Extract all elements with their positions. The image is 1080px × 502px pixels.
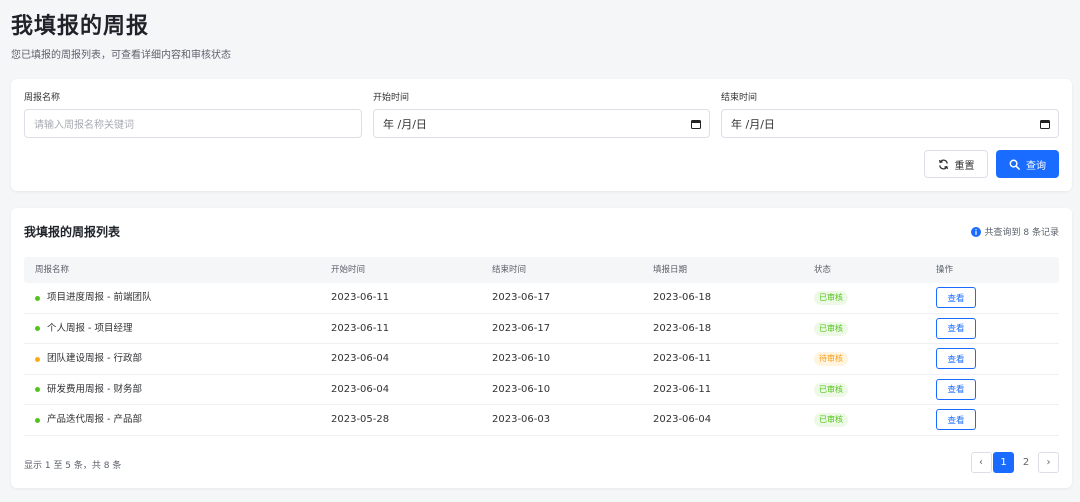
page-title: 我填报的周报	[11, 14, 150, 39]
status-dot	[35, 356, 40, 362]
filed-date: 2023-06-18	[653, 292, 712, 303]
table-row: 产品迭代周报 - 产品部 2023-05-28 2023-06-03 2023-06-…	[24, 405, 1059, 436]
record-count: 共查询到 8 条记录	[970, 225, 1059, 238]
filed-date: 2023-06-18	[653, 322, 712, 334]
name-filter-input[interactable]: 请输入周报名称关键词	[24, 109, 362, 138]
name-filter-label: 周报名称	[24, 93, 61, 103]
end-date-label: 结束时间	[721, 93, 758, 103]
status-dot	[35, 295, 40, 301]
reset-button-label: 重置	[954, 160, 975, 172]
view-button[interactable]: 查看	[936, 317, 976, 339]
pagination-info: 显示 1 至 5 条，共 8 条	[24, 461, 122, 471]
pagination: ‹ 1 2 ›	[970, 452, 1059, 473]
list-title: 我填报的周报列表	[24, 225, 121, 239]
start-date: 2023-06-11	[331, 322, 390, 334]
end-date: 2023-06-17	[492, 292, 551, 303]
end-date: 2023-06-17	[492, 322, 551, 334]
filed-date: 2023-06-04	[653, 414, 712, 425]
filter-card: 周报名称 请输入周报名称关键词 开始时间 年 /月/日 结束时间 年 /月/日	[11, 79, 1072, 191]
report-name: 项目进度周报 - 前端团队	[47, 292, 152, 303]
record-count-text: 共查询到 8 条记录	[984, 228, 1059, 238]
table-header: 周报名称 开始时间 结束时间 填报日期 状态 操作	[24, 257, 1059, 283]
start-date: 2023-06-04	[331, 383, 390, 395]
calendar-icon[interactable]	[691, 119, 701, 129]
start-date-filter: 开始时间 年 /月/日	[373, 92, 710, 138]
filed-date: 2023-06-11	[653, 353, 712, 364]
report-name-cell: 团队建设周报 - 行政部	[35, 344, 142, 374]
table-body: 项目进度周报 - 前端团队 2023-06-11 2023-06-17 2023-06…	[24, 283, 1059, 436]
end-date-input[interactable]: 年 /月/日	[721, 109, 1059, 138]
view-button[interactable]: 查看	[936, 287, 976, 308]
start-date: 2023-05-28	[331, 414, 390, 425]
start-date-label: 开始时间	[373, 93, 410, 103]
column-header-status: 状态	[814, 265, 832, 275]
end-date-value: 年 /月/日	[731, 117, 775, 131]
filed-date: 2023-06-11	[653, 383, 712, 395]
table-row: 研发费用周报 - 财务部 2023-06-04 2023-06-10 2023-06-…	[24, 375, 1059, 405]
status-dot	[35, 387, 40, 392]
report-list-card: 我填报的周报列表 共查询到 8 条记录 周报名称 开始时间 结束时间 填报日期 …	[11, 208, 1072, 488]
page-header: 我填报的周报 您已填报的周报列表，可查看详细内容和审核状态	[11, 12, 231, 61]
calendar-icon[interactable]	[1040, 119, 1050, 129]
reset-button[interactable]: 重置	[924, 150, 988, 178]
table-row: 项目进度周报 - 前端团队 2023-06-11 2023-06-17 2023-06…	[24, 283, 1059, 314]
report-name: 研发费用周报 - 财务部	[47, 383, 142, 395]
refresh-icon	[938, 159, 948, 169]
page-subtitle: 您已填报的周报列表，可查看详细内容和审核状态	[11, 50, 231, 61]
report-table: 周报名称 开始时间 结束时间 填报日期 状态 操作 项目进度周报 - 前端团队 2…	[24, 257, 1059, 436]
status-badge: 已审核	[814, 321, 848, 336]
status-badge: 待审核	[814, 352, 848, 366]
view-button[interactable]: 查看	[936, 378, 976, 400]
start-date-value: 年 /月/日	[383, 117, 427, 131]
column-header-start: 开始时间	[331, 265, 366, 275]
report-name-cell: 个人周报 - 项目经理	[35, 314, 132, 344]
column-header-name: 周报名称	[35, 265, 70, 275]
end-date-filter: 结束时间 年 /月/日	[721, 92, 1059, 138]
name-filter-placeholder: 请输入周报名称关键词	[34, 120, 134, 131]
name-filter: 周报名称 请输入周报名称关键词	[24, 92, 362, 138]
table-row: 个人周报 - 项目经理 2023-06-11 2023-06-17 2023-06-1…	[24, 314, 1059, 344]
table-row: 团队建设周报 - 行政部 2023-06-04 2023-06-10 2023-06-…	[24, 344, 1059, 375]
prev-page-button[interactable]: ‹	[970, 452, 992, 473]
status-badge: 已审核	[814, 382, 848, 397]
report-name: 个人周报 - 项目经理	[47, 322, 133, 334]
end-date: 2023-06-03	[492, 414, 551, 425]
status-dot	[35, 326, 40, 331]
report-name-cell: 项目进度周报 - 前端团队	[35, 283, 151, 313]
search-icon	[1009, 159, 1020, 170]
report-name-cell: 研发费用周报 - 财务部	[35, 375, 142, 405]
report-name-cell: 产品迭代周报 - 产品部	[35, 405, 142, 435]
status-badge: 已审核	[814, 413, 848, 427]
column-header-end: 结束时间	[492, 265, 527, 275]
page-button-2[interactable]: 2	[1015, 452, 1037, 473]
query-button[interactable]: 查询	[996, 150, 1059, 178]
end-date: 2023-06-10	[492, 383, 551, 395]
next-page-button[interactable]: ›	[1038, 452, 1059, 473]
query-button-label: 查询	[1026, 160, 1046, 172]
column-header-filed: 填报日期	[653, 265, 688, 275]
start-date: 2023-06-11	[331, 292, 390, 303]
info-icon	[970, 226, 981, 237]
report-name: 产品迭代周报 - 产品部	[47, 414, 142, 425]
report-name: 团队建设周报 - 行政部	[47, 353, 142, 364]
view-button[interactable]: 查看	[936, 409, 976, 430]
start-date-input[interactable]: 年 /月/日	[373, 109, 710, 138]
page-button-1[interactable]: 1	[993, 452, 1014, 473]
status-badge: 已审核	[814, 291, 848, 305]
start-date: 2023-06-04	[331, 353, 390, 364]
view-button[interactable]: 查看	[936, 348, 976, 369]
column-header-action: 操作	[936, 265, 954, 275]
status-dot	[35, 417, 40, 423]
end-date: 2023-06-10	[492, 353, 551, 364]
